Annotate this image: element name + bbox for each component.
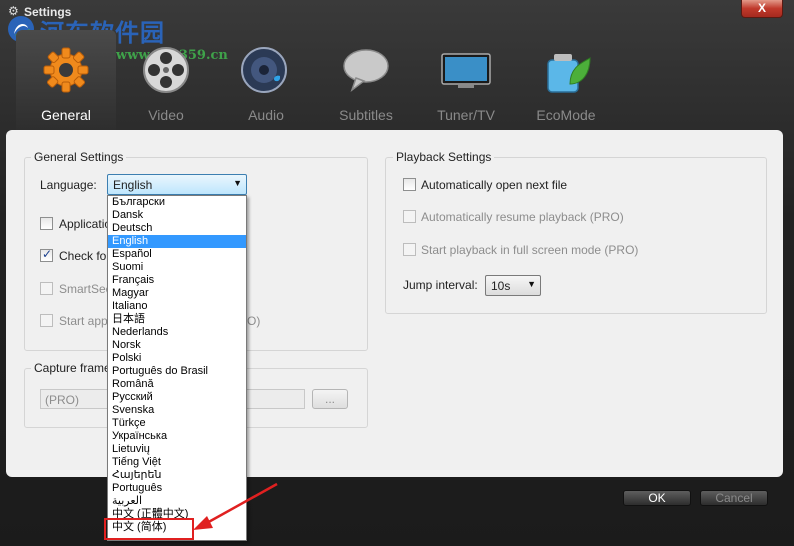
language-option[interactable]: Português do Brasil [108, 365, 246, 378]
auto-resume-checkbox[interactable] [403, 210, 416, 223]
application-checkbox[interactable] [40, 217, 53, 230]
language-option[interactable]: Lietuvių [108, 443, 246, 456]
speech-bubble-icon [343, 49, 389, 93]
chevron-down-icon: ▼ [233, 178, 242, 188]
jump-interval-select[interactable]: 10s ▼ [485, 275, 541, 296]
tab-bar: General Video Audio Subtitles Tuner/TV E… [16, 30, 616, 130]
auto-open-next-checkbox[interactable] [403, 178, 416, 191]
tab-subtitles[interactable]: Subtitles [316, 30, 416, 130]
cancel-button[interactable]: Cancel [700, 490, 768, 506]
language-option-selected[interactable]: English [108, 235, 246, 248]
gear-icon [43, 47, 89, 93]
language-option[interactable]: Svenska [108, 404, 246, 417]
capture-frame-title: Capture frame [31, 361, 114, 375]
start-application-option-label: Start appl [59, 314, 111, 328]
language-option[interactable]: Українська [108, 430, 246, 443]
language-option[interactable]: Български [108, 196, 246, 209]
language-option[interactable]: Español [108, 248, 246, 261]
tab-ecomode-label: EcoMode [536, 107, 596, 123]
tab-video[interactable]: Video [116, 30, 216, 130]
language-option[interactable]: Tiếng Việt [108, 456, 246, 469]
language-select-value: English [113, 178, 153, 192]
tv-icon [441, 53, 491, 88]
tab-tuner-tv-label: Tuner/TV [437, 107, 495, 123]
jump-interval-value: 10s [491, 279, 511, 293]
check-for-option-label: Check for [59, 249, 111, 263]
auto-resume-label: Automatically resume playback (PRO) [421, 210, 624, 224]
language-option[interactable]: Polski [108, 352, 246, 365]
fullscreen-start-label: Start playback in full screen mode (PRO) [421, 243, 639, 257]
tab-audio-label: Audio [248, 107, 284, 123]
language-option[interactable]: Italiano [108, 300, 246, 313]
jump-interval-label: Jump interval: [403, 278, 478, 292]
language-option[interactable]: Русский [108, 391, 246, 404]
browse-button[interactable]: ... [312, 389, 348, 409]
tab-general[interactable]: General [16, 30, 116, 130]
check-for-checkbox[interactable] [40, 247, 53, 262]
annotation-highlight-box [104, 518, 194, 540]
language-option[interactable]: Română [108, 378, 246, 391]
speaker-icon [241, 47, 287, 93]
tab-video-label: Video [148, 107, 184, 123]
tab-audio[interactable]: Audio [216, 30, 316, 130]
chevron-down-icon: ▼ [527, 279, 536, 289]
language-label: Language: [40, 178, 97, 192]
language-option[interactable]: Français [108, 274, 246, 287]
playback-settings-title: Playback Settings [393, 150, 495, 164]
tab-general-label: General [41, 107, 91, 123]
language-option[interactable]: Türkçe [108, 417, 246, 430]
language-option[interactable]: Deutsch [108, 222, 246, 235]
language-option[interactable]: Nederlands [108, 326, 246, 339]
language-select[interactable]: English ▼ [107, 174, 247, 195]
battery-leaf-icon [547, 54, 591, 93]
ok-button[interactable]: OK [623, 490, 691, 506]
annotation-arrow-icon [193, 482, 278, 530]
start-application-checkbox[interactable] [40, 314, 53, 327]
start-application-option-suffix: O) [247, 314, 261, 328]
auto-open-next-label: Automatically open next file [421, 178, 568, 192]
tab-ecomode[interactable]: EcoMode [516, 30, 616, 130]
tab-subtitles-label: Subtitles [339, 107, 393, 123]
language-option[interactable]: Dansk [108, 209, 246, 222]
fullscreen-start-checkbox[interactable] [403, 243, 416, 256]
language-option[interactable]: Magyar [108, 287, 246, 300]
tab-tuner-tv[interactable]: Tuner/TV [416, 30, 516, 130]
language-option[interactable]: 日本語 [108, 313, 246, 326]
film-reel-icon [143, 47, 189, 93]
general-settings-title: General Settings [31, 150, 127, 164]
language-option[interactable]: Suomi [108, 261, 246, 274]
language-option[interactable]: Norsk [108, 339, 246, 352]
close-button[interactable]: X [741, 0, 783, 18]
smartseek-checkbox[interactable] [40, 282, 53, 295]
application-option-label: Applicatio [59, 217, 112, 231]
settings-window: ⚙ Settings X 河东软件园 www.pc0359.cn [0, 0, 794, 546]
